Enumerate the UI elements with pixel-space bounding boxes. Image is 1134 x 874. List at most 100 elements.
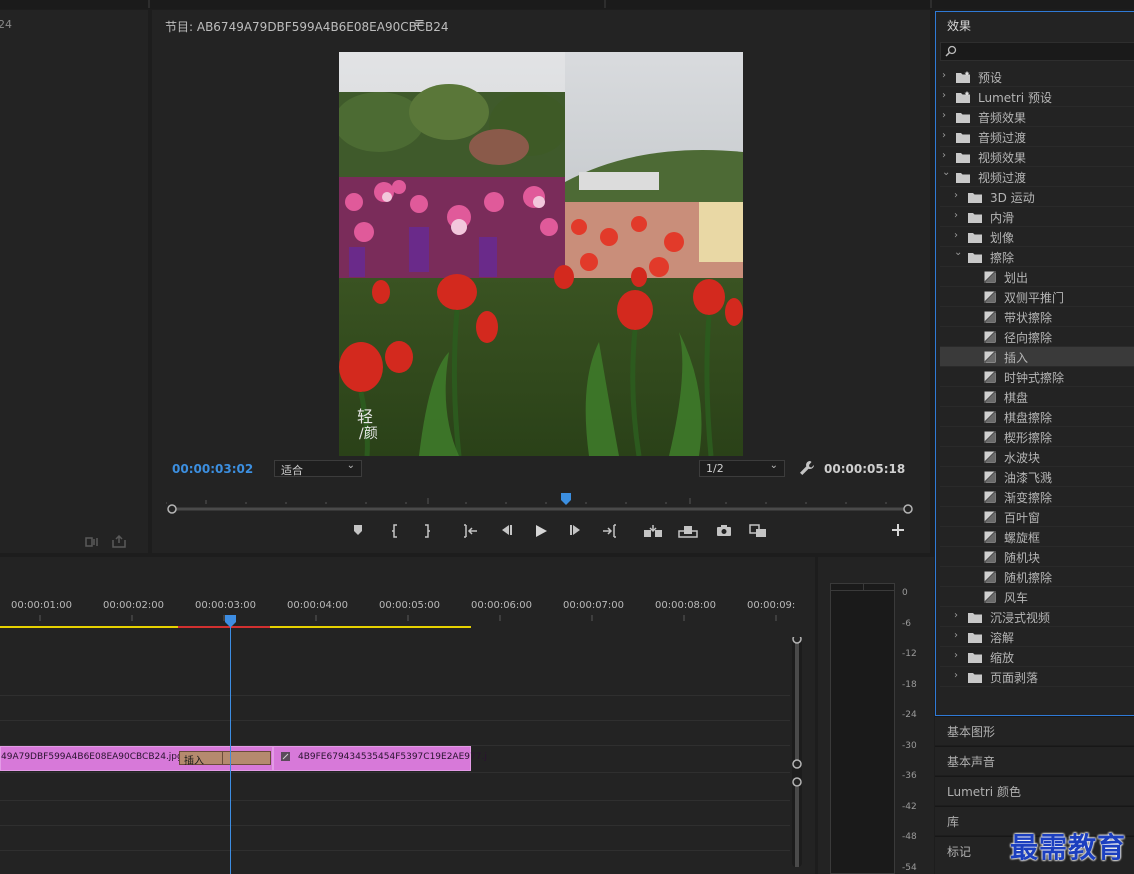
program-time-ruler[interactable]: [166, 493, 914, 505]
chevron-right-icon[interactable]: ›: [942, 110, 946, 121]
effect-folder[interactable]: › 音频效果: [940, 107, 1134, 127]
transition-effect-icon: [984, 411, 996, 423]
timeline-vertical-scrollbar[interactable]: [792, 637, 802, 867]
track-divider: [0, 800, 790, 801]
meter-divider: [831, 590, 894, 591]
export-frame-button[interactable]: [713, 524, 735, 542]
effect-folder[interactable]: › 划像: [940, 227, 1134, 247]
chevron-down-icon[interactable]: ⌄: [954, 247, 962, 258]
chevron-down-icon[interactable]: ⌄: [942, 167, 950, 178]
export-icon[interactable]: [112, 535, 126, 548]
effect-folder[interactable]: › 视频效果: [940, 147, 1134, 167]
meter-scale-label: -18: [902, 679, 917, 690]
effect-item[interactable]: 渐变擦除: [940, 487, 1134, 507]
meter-scale-label: -12: [902, 649, 917, 659]
chevron-right-icon[interactable]: ›: [942, 70, 946, 81]
effect-folder[interactable]: › 沉浸式视频: [940, 607, 1134, 627]
folder-icon: [956, 111, 971, 123]
effect-item[interactable]: 时钟式擦除: [940, 367, 1134, 387]
track-divider: [0, 825, 790, 826]
panel-menu-icon[interactable]: ≡: [414, 16, 425, 31]
effect-item[interactable]: 风车: [940, 587, 1134, 607]
panel-label: Lumetri 颜色: [947, 785, 1021, 799]
essential-graphics-panel[interactable]: 基本图形: [935, 716, 1134, 745]
transition-block[interactable]: 插入: [179, 751, 271, 767]
comparison-view-button[interactable]: [747, 524, 769, 542]
effect-folder[interactable]: › 3D 运动: [940, 187, 1134, 207]
essential-sound-panel[interactable]: 基本声音: [935, 746, 1134, 775]
fx-badge-icon: [281, 752, 290, 761]
effect-item[interactable]: 螺旋框: [940, 527, 1134, 547]
effects-search-input[interactable]: [940, 42, 1134, 61]
effect-folder[interactable]: › 音频过渡: [940, 127, 1134, 147]
time-ruler-label: 00:00:04:00: [287, 600, 349, 611]
meter-divider: [863, 584, 864, 590]
zoom-level-select[interactable]: 适合 ⌄: [274, 460, 362, 477]
effect-folder[interactable]: › 缩放: [940, 647, 1134, 667]
transition-effect-icon: [984, 491, 996, 503]
effect-item[interactable]: 带状擦除: [940, 307, 1134, 327]
chevron-right-icon[interactable]: ›: [954, 650, 958, 661]
effect-item[interactable]: 油漆飞溅: [940, 467, 1134, 487]
chevron-right-icon[interactable]: ›: [954, 670, 958, 681]
effects-panel-title[interactable]: 效果: [947, 17, 971, 34]
effect-folder[interactable]: › 内滑: [940, 207, 1134, 227]
chevron-right-icon[interactable]: ›: [942, 130, 946, 141]
time-ruler-label: 00:00:09:: [747, 600, 796, 611]
effect-item[interactable]: 划出: [940, 267, 1134, 287]
effect-item[interactable]: 水波块: [940, 447, 1134, 467]
effect-item[interactable]: 随机擦除: [940, 567, 1134, 587]
video-clip[interactable]: 4B9FE679434535454F5397C19E2AE977.j: [273, 746, 487, 771]
time-ruler-label: 00:00:03:00: [195, 600, 257, 611]
add-button-icon[interactable]: [887, 524, 909, 542]
current-timecode[interactable]: 00:00:03:02: [172, 462, 253, 476]
effect-folder[interactable]: › 溶解: [940, 627, 1134, 647]
go-to-out-button[interactable]: [598, 524, 620, 542]
program-zoom-scrollbar[interactable]: [166, 504, 914, 514]
effect-folder[interactable]: ⌄ 视频过渡: [940, 167, 1134, 187]
program-monitor-title[interactable]: 节目: AB6749A79DBF599A4B6E08EA90CBCB24: [165, 18, 449, 35]
wrench-icon[interactable]: [799, 460, 815, 476]
effect-folder[interactable]: › 页面剥落: [940, 667, 1134, 687]
step-forward-button[interactable]: [565, 524, 587, 542]
track-divider: [0, 695, 790, 696]
timeline-playhead[interactable]: [224, 615, 237, 628]
meter-scale-label: -6: [902, 618, 911, 629]
tree-item-label: 擦除: [990, 251, 1015, 265]
chevron-right-icon[interactable]: ›: [942, 150, 946, 161]
panel-label: 基本声音: [947, 755, 996, 769]
playback-resolution-select[interactable]: 1/2 ⌄: [699, 460, 785, 477]
search-icon: [945, 45, 957, 57]
chevron-right-icon[interactable]: ›: [954, 630, 958, 641]
mark-in-button[interactable]: [384, 524, 406, 542]
effect-folder[interactable]: › Lumetri 预设: [940, 87, 1134, 107]
chevron-right-icon[interactable]: ›: [954, 230, 958, 241]
chevron-right-icon[interactable]: ›: [942, 90, 946, 101]
effect-item[interactable]: 楔形擦除: [940, 427, 1134, 447]
effect-folder[interactable]: ⌄ 擦除: [940, 247, 1134, 267]
mark-out-button[interactable]: [416, 524, 438, 542]
chevron-right-icon[interactable]: ›: [954, 610, 958, 621]
add-marker-button[interactable]: [347, 524, 369, 542]
chevron-right-icon[interactable]: ›: [954, 210, 958, 221]
effect-item[interactable]: 双侧平推门: [940, 287, 1134, 307]
go-to-in-button[interactable]: [460, 524, 482, 542]
overwrite-button[interactable]: [677, 524, 699, 542]
tree-item-label: 随机块: [1004, 551, 1041, 565]
effect-item[interactable]: 径向擦除: [940, 327, 1134, 347]
effect-item[interactable]: 随机块: [940, 547, 1134, 567]
step-back-button[interactable]: [495, 524, 517, 542]
effect-folder[interactable]: › 预设: [940, 67, 1134, 87]
lumetri-color-panel[interactable]: Lumetri 颜色: [935, 776, 1134, 805]
video-preview[interactable]: 轻 /颜: [339, 52, 743, 456]
audio-only-icon[interactable]: [84, 536, 100, 548]
effect-item[interactable]: 百叶窗: [940, 507, 1134, 527]
effect-item[interactable]: 棋盘擦除: [940, 407, 1134, 427]
timeline-panel: 00:00:01:00 00:00:02:00 00:00:03:00 00:00:0…: [0, 557, 815, 874]
tree-item-label: 3D 运动: [990, 191, 1035, 205]
effect-item[interactable]: 棋盘: [940, 387, 1134, 407]
insert-button[interactable]: [642, 524, 664, 542]
effect-item[interactable]: 插入: [940, 347, 1134, 367]
play-button[interactable]: [530, 524, 552, 542]
chevron-right-icon[interactable]: ›: [954, 190, 958, 201]
